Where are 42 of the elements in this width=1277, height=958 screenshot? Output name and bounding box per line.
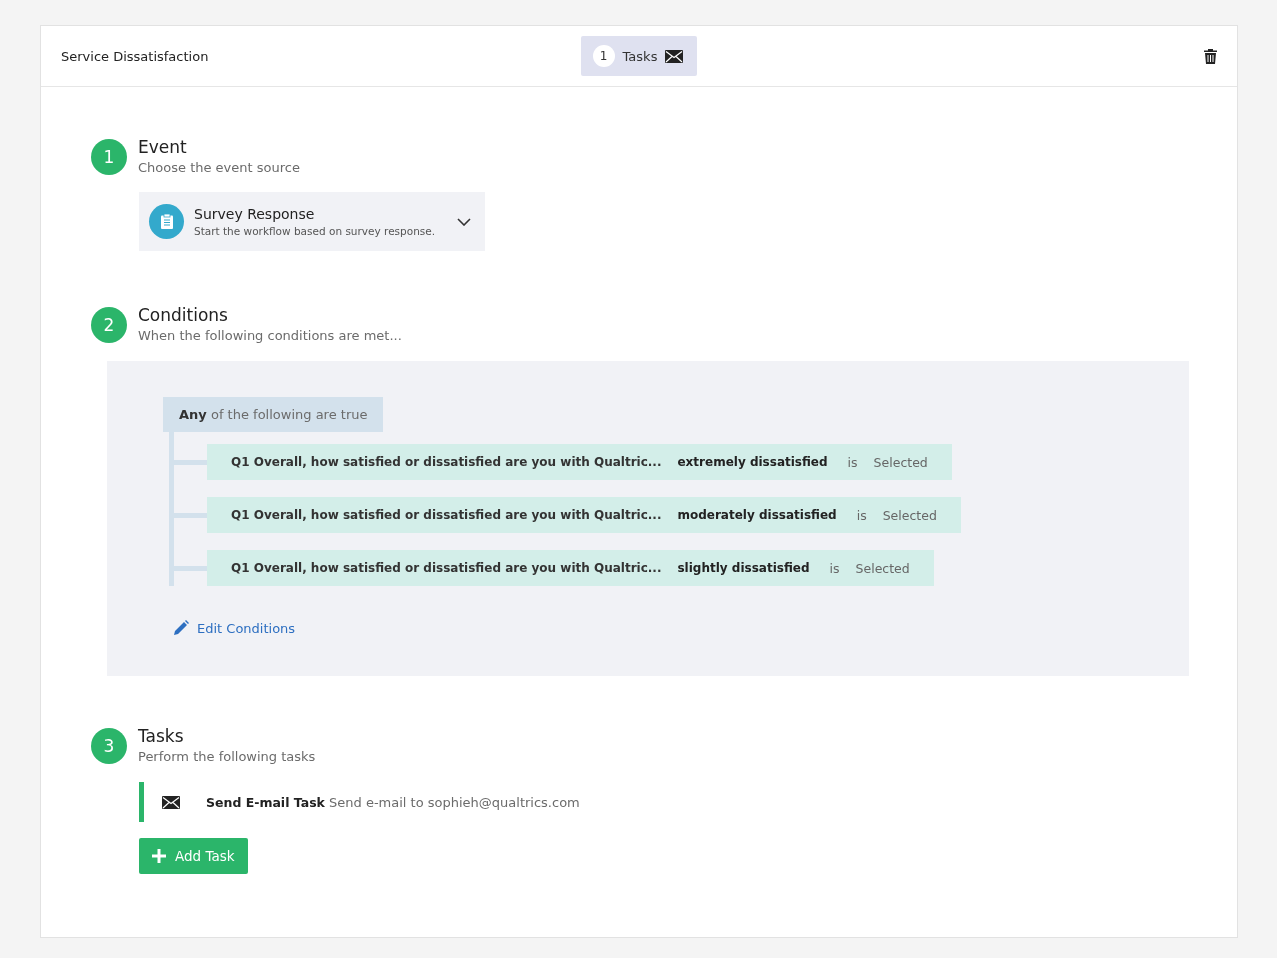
source-title: Survey Response [194, 206, 316, 222]
step-number: 2 [91, 307, 127, 343]
step-subtitle: Perform the following tasks [138, 749, 316, 764]
condition-value: Selected [855, 560, 910, 576]
trash-icon [1204, 48, 1217, 64]
condition-row[interactable]: Q1 Overall, how satisfied or dissatisfied are you with Qualtric... moderately dissatisfied is Selected [207, 497, 961, 533]
task-count: 1 [592, 45, 615, 67]
step-subtitle: When the following conditions are met... [138, 328, 402, 343]
plus-icon [151, 848, 167, 864]
workflow-title: Service Dissatisfaction [61, 48, 210, 64]
condition-question: Q1 Overall, how satisfied or dissatisfied are you with Qualtric... [231, 561, 662, 575]
condition-operator: is [856, 507, 867, 523]
event-source-dropdown[interactable]: Survey Response Start the workflow based on survey response. [139, 192, 485, 251]
edit-conditions-link[interactable]: Edit Conditions [173, 620, 296, 636]
source-description: Start the workflow based on survey response. [194, 225, 437, 237]
step-title: Event [138, 137, 188, 157]
tasks-button[interactable]: 1 Tasks [580, 36, 698, 76]
task-item[interactable]: Send E-mail Task Send e-mail to sophieh@qualtrics.com [139, 782, 1187, 822]
step-number: 3 [91, 728, 127, 764]
step-number: 1 [91, 139, 127, 175]
condition-question: Q1 Overall, how satisfied or dissatisfied are you with Qualtric... [231, 455, 662, 469]
step-subtitle: Choose the event source [138, 160, 300, 175]
condition-answer: moderately dissatisfied [677, 508, 837, 522]
condition-operator: is [847, 454, 858, 470]
condition-question: Q1 Overall, how satisfied or dissatisfied are you with Qualtric... [231, 508, 662, 522]
condition-row[interactable]: Q1 Overall, how satisfied or dissatisfied are you with Qualtric... slightly dissatisfied is Selected [207, 550, 934, 586]
delete-button[interactable] [1204, 48, 1217, 64]
pencil-icon [173, 620, 189, 636]
task-text: Send E-mail Task Send e-mail to sophieh@qualtrics.com [206, 794, 580, 810]
clipboard-icon [149, 204, 184, 239]
step-title: Tasks [138, 726, 185, 746]
condition-answer: extremely dissatisfied [677, 455, 828, 469]
condition-value: Selected [873, 454, 928, 470]
condition-answer: slightly dissatisfied [677, 561, 810, 575]
condition-value: Selected [882, 507, 937, 523]
condition-operator: is [829, 560, 840, 576]
condition-group-label: Any of the following are true [163, 397, 384, 432]
envelope-icon [665, 49, 684, 63]
step-title: Conditions [138, 305, 229, 325]
envelope-icon [162, 795, 180, 809]
condition-row[interactable]: Q1 Overall, how satisfied or dissatisfied are you with Qualtric... extremely dissatisfied is Selected [207, 444, 952, 480]
chevron-down-icon [457, 217, 471, 226]
